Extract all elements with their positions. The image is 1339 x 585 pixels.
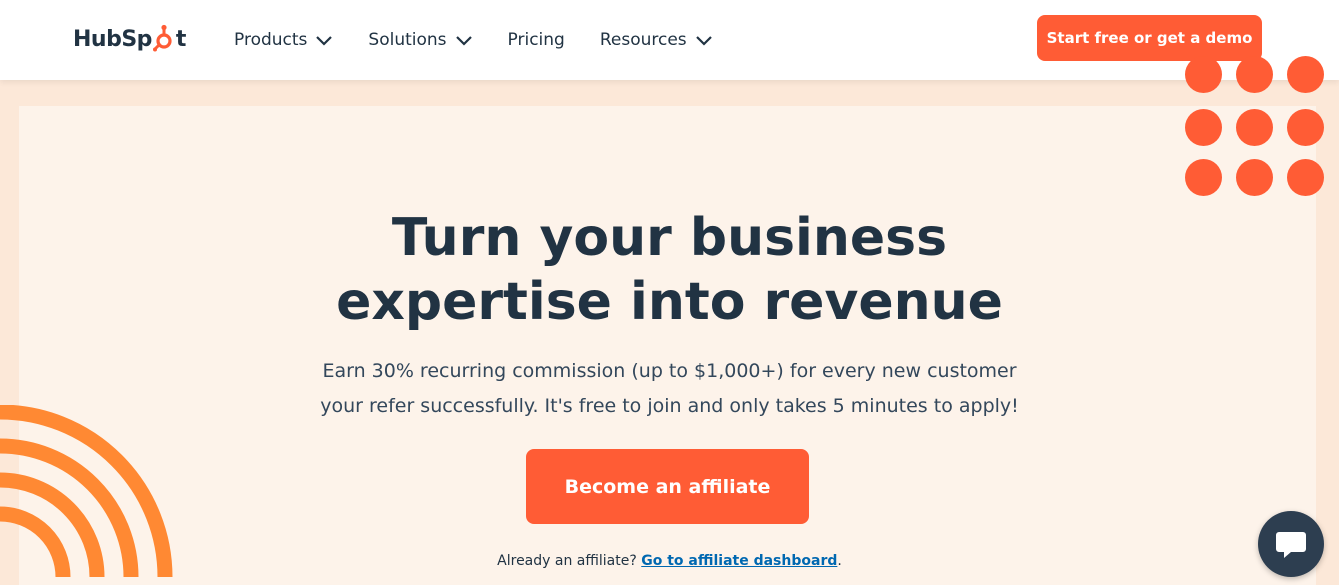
nav-item-solutions[interactable]: Solutions (368, 30, 472, 50)
affiliate-dashboard-link[interactable]: Go to affiliate dashboard (641, 553, 837, 569)
decorative-dots (1185, 56, 1325, 196)
main-nav: Products Solutions Pricing Resources (234, 0, 748, 80)
start-free-demo-button[interactable]: Start free or get a demo (1037, 15, 1262, 61)
nav-item-products[interactable]: Products (234, 30, 333, 50)
nav-item-label: Solutions (368, 30, 447, 50)
nav-item-label: Pricing (507, 30, 565, 50)
nav-item-label: Resources (599, 30, 687, 50)
already-affiliate-text: Already an affiliate? Go to affiliate da… (497, 553, 842, 569)
chevron-down-icon (695, 36, 712, 46)
become-affiliate-button[interactable]: Become an affiliate (526, 449, 809, 524)
nav-item-resources[interactable]: Resources (600, 30, 713, 50)
hero-headline: Turn your business expertise into revenu… (336, 208, 1003, 332)
site-header: HubSp t Products Solutions Pricing Resources… (0, 0, 1339, 80)
hubspot-logo[interactable]: HubSp t (73, 22, 186, 56)
nav-item-pricing[interactable]: Pricing (508, 30, 565, 50)
chat-launcher-button[interactable] (1258, 511, 1324, 577)
chevron-down-icon (455, 36, 472, 46)
chat-bubble-icon (1276, 532, 1306, 558)
nav-item-label: Products (234, 30, 308, 50)
hero-subtext: Earn 30% recurring commission (up to $1,… (320, 360, 1019, 417)
hubspot-sprocket-icon (152, 24, 175, 52)
chevron-down-icon (316, 36, 333, 46)
